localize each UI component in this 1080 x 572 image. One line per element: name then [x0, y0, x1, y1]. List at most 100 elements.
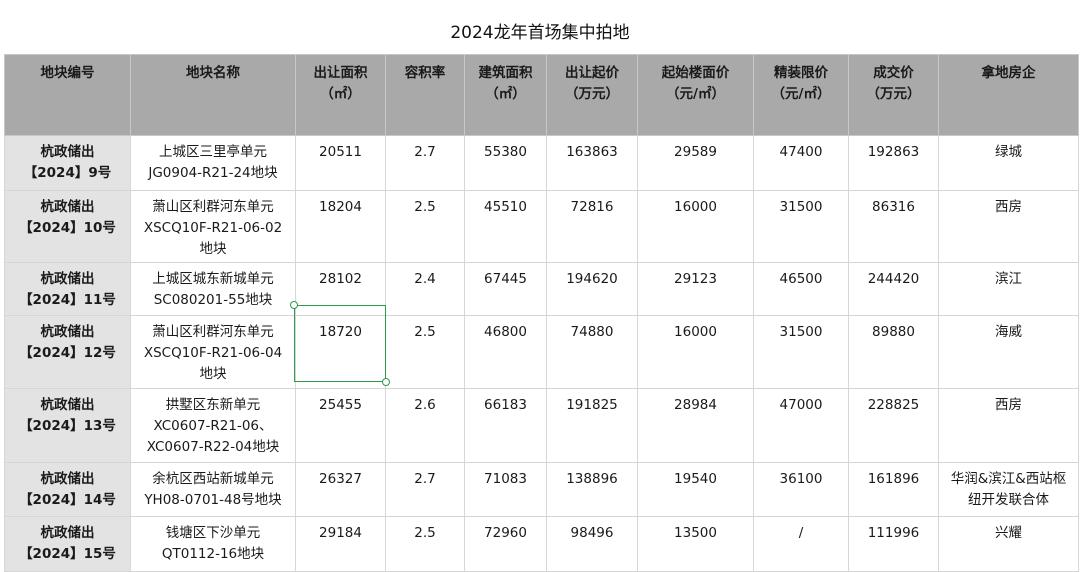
cell-area[interactable]: 18720: [295, 315, 386, 389]
cell-deal-price[interactable]: 89880: [848, 315, 939, 389]
cell-area[interactable]: 29184: [295, 516, 386, 572]
cell-plot-code[interactable]: 杭政储出 【2024】15号: [4, 516, 131, 572]
cell-floor-price[interactable]: 28984: [637, 388, 754, 463]
cell-plot-code[interactable]: 杭政储出 【2024】12号: [4, 315, 131, 389]
cell-cap-price[interactable]: 36100: [753, 462, 849, 517]
cell-deal-price[interactable]: 86316: [848, 190, 939, 263]
header-text: 地块名称: [186, 65, 240, 81]
header-plot-code[interactable]: 地块编号: [4, 54, 131, 136]
cell-buyer[interactable]: 兴耀: [938, 516, 1079, 572]
cell-area[interactable]: 18204: [295, 190, 386, 263]
header-text: 起始楼面价: [661, 65, 730, 81]
cell-plot-name[interactable]: 拱墅区东新单元 XC0607-R21-06、 XC0607-R22-04地块: [130, 388, 296, 463]
table-row: 杭政储出 【2024】9号 上城区三里亭单元 JG0904-R21-24地块 205…: [4, 135, 1079, 191]
cell-start-price[interactable]: 163863: [546, 135, 638, 191]
cell-cap-price[interactable]: 31500: [753, 190, 849, 263]
cell-far[interactable]: 2.4: [385, 262, 465, 316]
cell-buyer[interactable]: 西房: [938, 190, 1079, 263]
table-row: 杭政储出 【2024】14号 余杭区西站新城单元 YH08-0701-48号地块 2…: [4, 462, 1079, 517]
header-deal-price[interactable]: 成交价 （万元）: [848, 54, 939, 136]
cell-buyer[interactable]: 滨江: [938, 262, 1079, 316]
cell-buyer[interactable]: 华润&滨江&西站枢 纽开发联合体: [938, 462, 1079, 517]
cell-plot-code[interactable]: 杭政储出 【2024】11号: [4, 262, 131, 316]
cell-plot-code[interactable]: 杭政储出 【2024】14号: [4, 462, 131, 517]
header-text: （㎡）: [485, 86, 526, 102]
header-text: 拿地房企: [981, 65, 1036, 81]
cell-build-area[interactable]: 55380: [464, 135, 547, 191]
header-text: （万元）: [866, 86, 921, 102]
cell-far[interactable]: 2.5: [385, 516, 465, 572]
cell-plot-code[interactable]: 杭政储出 【2024】10号: [4, 190, 131, 263]
header-text: 容积率: [404, 65, 446, 81]
header-cap-price[interactable]: 精装限价 （元/㎡）: [753, 54, 849, 136]
cell-area[interactable]: 26327: [295, 462, 386, 517]
cell-plot-code[interactable]: 杭政储出 【2024】9号: [4, 135, 131, 191]
cell-far[interactable]: 2.7: [385, 135, 465, 191]
cell-start-price[interactable]: 74880: [546, 315, 638, 389]
header-text: （元/㎡）: [771, 86, 831, 102]
header-build-area[interactable]: 建筑面积 （㎡）: [464, 54, 547, 136]
cell-plot-code[interactable]: 杭政储出 【2024】13号: [4, 388, 131, 463]
cell-floor-price[interactable]: 13500: [637, 516, 754, 572]
cell-deal-price[interactable]: 161896: [848, 462, 939, 517]
cell-cap-price[interactable]: 46500: [753, 262, 849, 316]
header-far[interactable]: 容积率: [385, 54, 465, 136]
header-row: 地块编号 地块名称 出让面积 （㎡） 容积率 建筑面积 （㎡） 出让起价 （万元） 起始楼面价 （元…: [4, 54, 1079, 136]
cell-buyer[interactable]: 绿城: [938, 135, 1079, 191]
cell-plot-name[interactable]: 萧山区利群河东单元 XSCQ10F-R21-06-02 地块: [130, 190, 296, 263]
cell-cap-price[interactable]: /: [753, 516, 849, 572]
header-text: 精装限价: [774, 65, 828, 81]
cell-build-area[interactable]: 67445: [464, 262, 547, 316]
cell-floor-price[interactable]: 29589: [637, 135, 754, 191]
cell-plot-name[interactable]: 钱塘区下沙单元 QT0112-16地块: [130, 516, 296, 572]
cell-area[interactable]: 20511: [295, 135, 386, 191]
header-start-price[interactable]: 出让起价 （万元）: [546, 54, 638, 136]
header-text: 地块编号: [40, 65, 95, 81]
cell-deal-price[interactable]: 228825: [848, 388, 939, 463]
header-text: 出让面积: [313, 65, 368, 81]
cell-floor-price[interactable]: 16000: [637, 190, 754, 263]
header-text: （㎡）: [320, 86, 361, 102]
cell-floor-price[interactable]: 29123: [637, 262, 754, 316]
cell-build-area[interactable]: 46800: [464, 315, 547, 389]
cell-build-area[interactable]: 71083: [464, 462, 547, 517]
table-row: 杭政储出 【2024】10号 萧山区利群河东单元 XSCQ10F-R21-06-0…: [4, 190, 1079, 263]
cell-cap-price[interactable]: 31500: [753, 315, 849, 389]
cell-build-area[interactable]: 45510: [464, 190, 547, 263]
header-area[interactable]: 出让面积 （㎡）: [295, 54, 386, 136]
header-text: （元/㎡）: [666, 86, 725, 102]
cell-start-price[interactable]: 72816: [546, 190, 638, 263]
cell-deal-price[interactable]: 244420: [848, 262, 939, 316]
cell-start-price[interactable]: 138896: [546, 462, 638, 517]
table-row: 杭政储出 【2024】11号 上城区城东新城单元 SC080201-55地块 281…: [4, 262, 1079, 316]
cell-deal-price[interactable]: 192863: [848, 135, 939, 191]
cell-far[interactable]: 2.7: [385, 462, 465, 517]
cell-cap-price[interactable]: 47400: [753, 135, 849, 191]
cell-far[interactable]: 2.5: [385, 190, 465, 263]
cell-start-price[interactable]: 194620: [546, 262, 638, 316]
cell-plot-name[interactable]: 上城区城东新城单元 SC080201-55地块: [130, 262, 296, 316]
cell-start-price[interactable]: 98496: [546, 516, 638, 572]
cell-far[interactable]: 2.5: [385, 315, 465, 389]
cell-build-area[interactable]: 66183: [464, 388, 547, 463]
header-plot-name[interactable]: 地块名称: [130, 54, 296, 136]
table-row: 杭政储出 【2024】13号 拱墅区东新单元 XC0607-R21-06、 XC0…: [4, 388, 1079, 463]
cell-floor-price[interactable]: 19540: [637, 462, 754, 517]
cell-area[interactable]: 25455: [295, 388, 386, 463]
cell-start-price[interactable]: 191825: [546, 388, 638, 463]
cell-buyer[interactable]: 西房: [938, 388, 1079, 463]
cell-plot-name[interactable]: 上城区三里亭单元 JG0904-R21-24地块: [130, 135, 296, 191]
header-buyer[interactable]: 拿地房企: [938, 54, 1079, 136]
cell-area[interactable]: 28102: [295, 262, 386, 316]
cell-plot-name[interactable]: 余杭区西站新城单元 YH08-0701-48号地块: [130, 462, 296, 517]
cell-far[interactable]: 2.6: [385, 388, 465, 463]
land-auction-table: 地块编号 地块名称 出让面积 （㎡） 容积率 建筑面积 （㎡） 出让起价 （万元） 起始楼面价 （元…: [4, 54, 1079, 572]
cell-plot-name[interactable]: 萧山区利群河东单元 XSCQ10F-R21-06-04 地块: [130, 315, 296, 389]
cell-build-area[interactable]: 72960: [464, 516, 547, 572]
cell-cap-price[interactable]: 47000: [753, 388, 849, 463]
header-floor-price[interactable]: 起始楼面价 （元/㎡）: [637, 54, 754, 136]
cell-floor-price[interactable]: 16000: [637, 315, 754, 389]
cell-deal-price[interactable]: 111996: [848, 516, 939, 572]
cell-buyer[interactable]: 海威: [938, 315, 1079, 389]
page-title: 2024龙年首场集中拍地: [450, 23, 630, 43]
